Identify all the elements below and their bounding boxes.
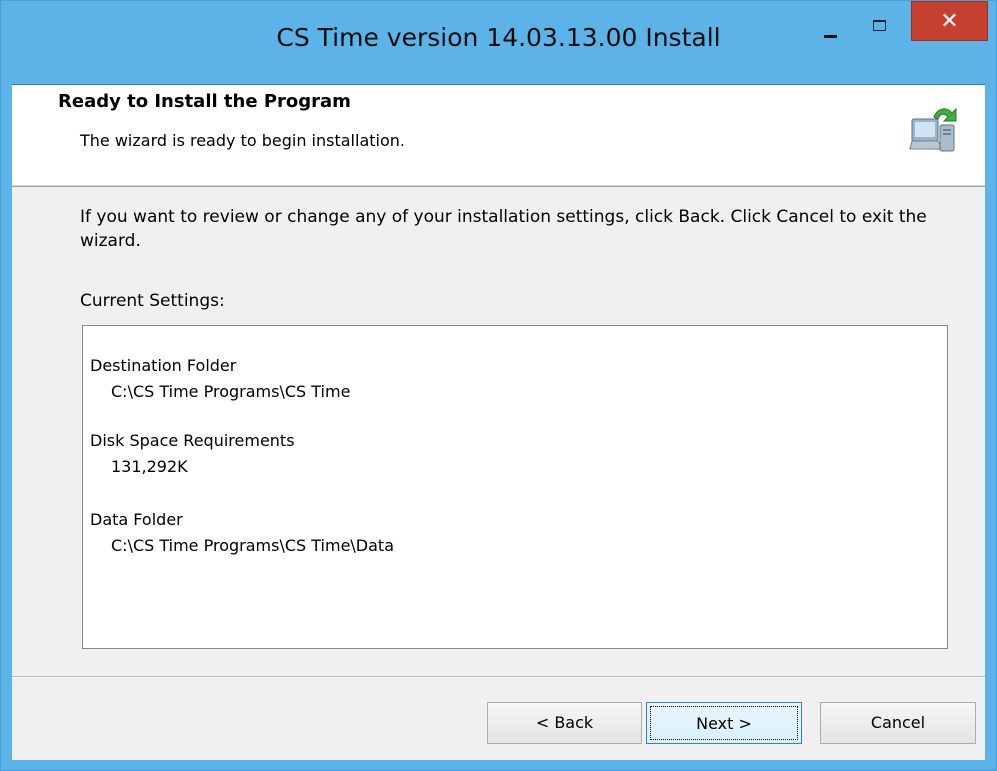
setting-value: C:\CS Time Programs\CS Time [111, 382, 351, 401]
setting-data-folder: Data Folder C:\CS Time Programs\CS Time\… [90, 507, 394, 559]
settings-memo[interactable]: Destination Folder C:\CS Time Programs\C… [82, 325, 948, 649]
header-divider [12, 186, 985, 187]
setting-value: C:\CS Time Programs\CS Time\Data [111, 536, 395, 555]
setting-label: Disk Space Requirements [90, 431, 295, 450]
close-icon: ✕ [940, 8, 959, 34]
setting-label: Data Folder [90, 510, 183, 529]
maximize-icon [873, 20, 886, 31]
page-title: Ready to Install the Program [58, 91, 351, 112]
setting-value: 131,292K [111, 457, 188, 476]
page-subtitle: The wizard is ready to begin installatio… [80, 131, 405, 150]
close-button[interactable]: ✕ [911, 1, 988, 41]
wizard-header: Ready to Install the Program The wizard … [12, 85, 985, 186]
setting-label: Destination Folder [90, 356, 237, 375]
installer-window: CS Time version 14.03.13.00 Install ✕ Re… [0, 0, 997, 771]
setting-destination-folder: Destination Folder C:\CS Time Programs\C… [90, 353, 350, 405]
title-bar[interactable]: CS Time version 14.03.13.00 Install ✕ [1, 1, 996, 84]
back-button[interactable]: < Back [487, 702, 642, 744]
computer-install-icon [909, 107, 957, 152]
next-button[interactable]: Next > [646, 702, 802, 744]
setting-disk-space: Disk Space Requirements 131,292K [90, 428, 295, 480]
wizard-client-area: Ready to Install the Program The wizard … [12, 84, 985, 760]
footer-divider-highlight [12, 677, 985, 678]
minimize-icon [824, 35, 837, 38]
cancel-button[interactable]: Cancel [820, 702, 976, 744]
maximize-button[interactable] [856, 3, 904, 43]
current-settings-label: Current Settings: [80, 291, 225, 311]
intro-text: If you want to review or change any of y… [80, 207, 927, 251]
minimize-button[interactable] [806, 3, 854, 43]
next-button-label: Next > [650, 706, 798, 740]
